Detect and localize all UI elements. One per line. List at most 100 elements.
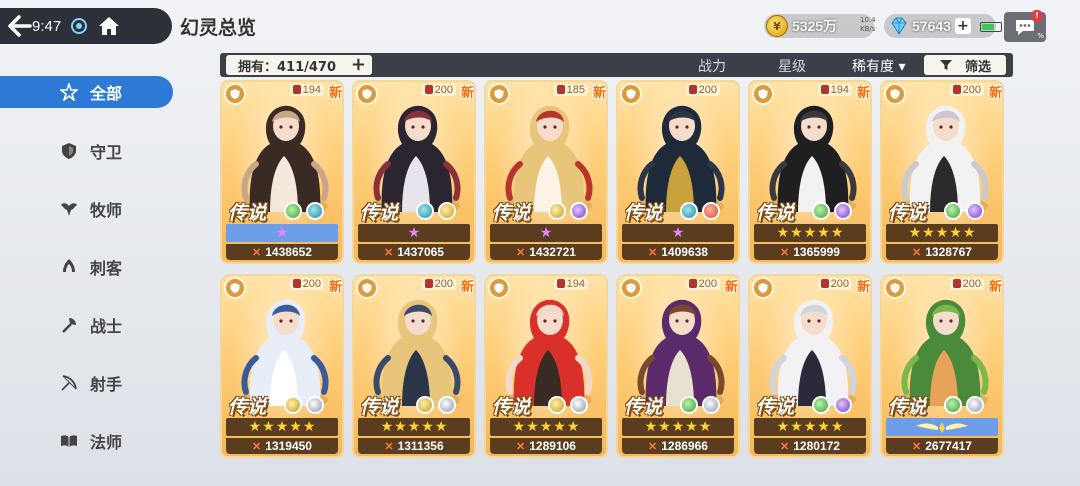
hero-level: 200 [949, 84, 984, 96]
sort-rarity-tab[interactable]: 稀有度 ▾ [852, 56, 905, 76]
hero-level: 200 [421, 278, 456, 290]
sidebar-item-label: 战士 [90, 317, 123, 336]
level-icon [820, 279, 829, 288]
element-icon [548, 202, 566, 220]
hero-card[interactable]: 200 新 传说 ★ ★ ★ ★ ★ ✕ 1328767 [880, 80, 1004, 264]
add-gem-button[interactable]: + [954, 18, 971, 34]
star-icon: ★ [434, 419, 448, 435]
power-value: 2677417 [925, 439, 972, 453]
sidebar-item-guardian[interactable]: 守卫 [0, 122, 180, 180]
star-icon: ★ [908, 225, 922, 241]
hero-card[interactable]: 185 新 传说 ★ ✕ 1432721 [484, 80, 608, 264]
class-badge-icon [620, 83, 642, 105]
hero-level-value: 200 [434, 278, 453, 290]
hero-card[interactable]: 194 新 传说 ★ ★ ★ ★ ★ ✕ 1365999 [748, 80, 872, 264]
gem-amount: 57643 [912, 18, 951, 34]
sidebar-item-warrior[interactable]: 战士 [0, 296, 180, 354]
star-icon: ★ [539, 419, 553, 435]
hero-portrait [372, 105, 461, 212]
sort-power-tab[interactable]: 战力 [698, 56, 726, 76]
power-value-bar: ✕ 1289106 [490, 438, 602, 454]
hero-portrait [372, 299, 461, 406]
sidebar-item-archer[interactable]: 射手 [0, 354, 180, 412]
hero-portrait [240, 105, 329, 212]
chat-button[interactable]: ! % [1004, 10, 1046, 42]
battery-icon [980, 22, 1002, 32]
hero-card[interactable]: 200 传说 ★ ✕ 1409638 [616, 80, 740, 264]
class-badge-icon [752, 83, 774, 105]
sidebar-item-all[interactable]: 全部 [0, 76, 173, 108]
hero-portrait [768, 105, 857, 212]
star-icon: ★ [698, 419, 712, 435]
new-badge: 新 [460, 86, 474, 101]
hero-portrait [636, 105, 725, 212]
hero-card[interactable]: 200 新 传说 ★ ★ ★ ★ ★ ✕ 1286966 [616, 274, 740, 458]
hero-level-value: 194 [830, 84, 849, 96]
net-speed: 10.4 KB/s [860, 16, 876, 33]
sort-star-tab[interactable]: 星级 [778, 56, 806, 76]
sidebar-item-label: 射手 [90, 375, 123, 394]
home-button[interactable] [91, 8, 127, 44]
star-icon: ★ [817, 225, 830, 241]
rarity-label: 传说 [228, 202, 267, 224]
element-icon [306, 396, 324, 414]
rarity-label: 传说 [888, 396, 927, 418]
element-icon [944, 396, 962, 414]
expand-slots-button[interactable]: + [351, 56, 366, 74]
power-value: 1438652 [265, 245, 312, 259]
class-badge-icon [884, 277, 906, 299]
power-value-bar: ✕ 1280172 [754, 438, 866, 454]
star-icon: ★ [275, 225, 289, 241]
rarity-label: 传说 [228, 396, 267, 418]
star-icon: ★ [830, 419, 844, 435]
power-value: 1311356 [397, 439, 444, 453]
star-icon: ★ [553, 419, 566, 435]
nav-pill: 9:47 [0, 8, 172, 44]
filter-bar: 拥有：411/470 + 战力 星级 稀有度 ▾ 筛选 [220, 53, 1013, 77]
element-icon [812, 202, 830, 220]
class-badge-icon [224, 277, 246, 299]
filter-button[interactable]: 筛选 [924, 55, 1006, 75]
hero-card-grid: 194 新 传说 ★ ✕ 1438652 200 新 传说 ★ ✕ 143706… [220, 80, 1020, 486]
power-value: 1319450 [265, 439, 312, 453]
level-icon [556, 85, 565, 94]
star-icon [60, 83, 78, 101]
power-value-bar: ✕ 1365999 [754, 244, 866, 260]
power-value: 1289106 [529, 439, 576, 453]
star-icon: ★ [830, 225, 844, 241]
sidebar-item-label: 牧师 [90, 201, 123, 220]
hero-card[interactable]: 194 传说 ★ ★ ★ ★ ★ ✕ 1289106 [484, 274, 608, 458]
gold-currency[interactable]: ¥ 5325万 [764, 14, 874, 38]
sidebar-item-label: 全部 [90, 84, 123, 103]
star-icon: ★ [922, 225, 935, 241]
star-icon: ★ [275, 419, 289, 435]
crossed-swords-icon: ✕ [912, 440, 922, 453]
hero-card[interactable]: 200 新 传说 ★ ★ ★ ★ ★ ✕ 1319450 [220, 274, 344, 458]
sidebar-item-assassin[interactable]: 刺客 [0, 238, 180, 296]
star-rank-bar: ★ [490, 224, 602, 242]
power-value: 1328767 [925, 245, 972, 259]
star-rank-bar: ★ ★ ★ ★ ★ [358, 418, 470, 436]
star-icon: ★ [539, 225, 553, 241]
power-value-bar: ✕ 1311356 [358, 438, 470, 454]
element-icon [284, 202, 302, 220]
sidebar-item-label: 刺客 [90, 259, 123, 278]
sidebar-item-mage[interactable]: 法师 [0, 412, 180, 470]
hero-card[interactable]: 194 新 传说 ★ ✕ 1438652 [220, 80, 344, 264]
owned-count[interactable]: 拥有：411/470 + [226, 55, 372, 75]
element-icon [680, 202, 698, 220]
hero-level-value: 200 [962, 278, 981, 290]
hero-card[interactable]: 200 新 传说 ★ ★ ★ ★ ★ ✕ 1280172 [748, 274, 872, 458]
sidebar-item-priest[interactable]: 牧师 [0, 180, 180, 238]
hero-card[interactable]: 200 新 传说 ★ ✕ 1437065 [352, 80, 476, 264]
star-icon: ★ [803, 225, 817, 241]
hero-level-value: 200 [698, 84, 717, 96]
new-badge: 新 [988, 86, 1002, 101]
star-icon: ★ [671, 225, 685, 241]
power-value-bar: ✕ 1328767 [886, 244, 998, 260]
hero-card[interactable]: 200 新 传说 ★ ★ ★ ★ ★ ✕ 1311356 [352, 274, 476, 458]
power-value-bar: ✕ 1286966 [622, 438, 734, 454]
hero-card[interactable]: 200 新 传说 ✕ 2677417 [880, 274, 1004, 458]
new-badge: 新 [856, 86, 870, 101]
star-icon: ★ [790, 419, 803, 435]
